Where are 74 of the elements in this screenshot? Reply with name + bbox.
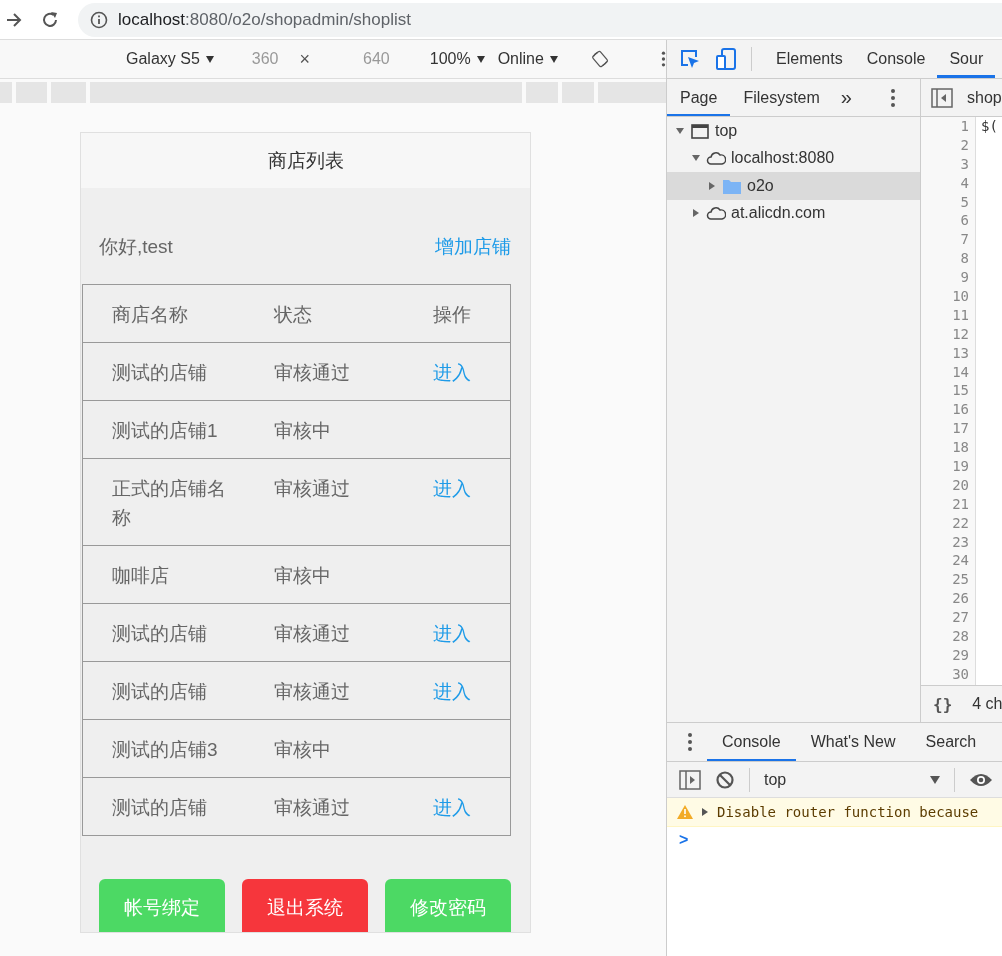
table-cell-text: 测试的店铺 [111,680,208,704]
page-title: 商店列表 [81,133,530,188]
table-cell-text: 审核中 [274,419,332,443]
line-number: 16 [951,401,970,420]
column-header: 状态 [274,303,313,327]
pretty-print-button[interactable]: {} [933,694,953,714]
table-cell-text: 审核通过 [274,477,351,501]
line-number: 22 [951,514,970,533]
greeting-text: 你好,test [99,235,173,259]
line-number: 25 [951,571,970,590]
navigator-tab[interactable]: Filesystem [730,79,833,116]
line-number: 27 [951,609,970,628]
zoom-dropdown[interactable]: 100% [429,50,486,68]
line-number: 12 [951,325,970,344]
status-text: 4 ch [972,695,1002,713]
line-number: 21 [951,495,970,514]
table-cell-text: 测试的店铺 [111,622,208,646]
line-number: 29 [951,646,970,665]
line-number: 5 [959,193,970,212]
line-number: 13 [951,344,970,363]
column-header: 操作 [433,303,472,327]
tree-item[interactable]: top [667,117,920,145]
line-number: 19 [951,458,970,477]
line-number: 11 [951,306,970,325]
line-number: 26 [951,590,970,609]
line-number: 6 [959,212,970,231]
address-field[interactable]: localhost:8080/o2o/shopadmin/shoplist [78,2,1002,37]
table-cell-text: 审核通过 [274,361,351,385]
line-number: 4 [959,174,970,193]
line-number: 8 [959,250,970,269]
line-number: 15 [951,382,970,401]
line-number: 14 [951,363,970,382]
more-tabs-button[interactable]: » [840,86,852,109]
action-button[interactable]: 退出系统 [242,879,368,932]
line-number: 23 [951,533,970,552]
drawer-tab[interactable]: What's New [795,723,911,761]
table-cell-text: 测试的店铺 [111,796,208,820]
code-line: $( [981,118,998,136]
line-number: 30 [951,665,970,684]
url-text: localhost:8080/o2o/shopadmin/shoplist [118,9,411,30]
console-prompt[interactable]: > [667,827,691,849]
message-text: Disable router function because [717,804,979,820]
panel-tab[interactable]: Elements [764,40,855,78]
line-number: 17 [951,420,970,439]
table-cell-text: 测试的店铺3 [111,738,219,762]
line-number: 28 [951,628,970,647]
table-cell-text: 测试的店铺 [111,361,208,385]
table-cell-text: 审核通过 [274,796,351,820]
line-number: 24 [951,552,970,571]
table-cell-text: 审核通过 [274,622,351,646]
network-dropdown[interactable]: Online [497,50,559,68]
table-cell-text: 正式的店铺名称 [111,477,227,530]
line-number: 9 [959,269,970,288]
drawer-tab[interactable]: Search [910,723,992,761]
times-sign: × [299,48,311,70]
navigator-tab[interactable]: Page [667,79,731,116]
table-cell-text: 审核通过 [274,680,351,704]
tree-item[interactable]: localhost:8080 [667,144,920,172]
line-number: 3 [959,155,970,174]
panel-tab[interactable]: Console [854,40,938,78]
line-number: 1 [959,118,970,136]
line-number: 10 [951,288,970,306]
tree-item[interactable]: o2o [667,172,920,200]
table-cell-text: 咖啡店 [111,564,170,588]
table-cell-text: 测试的店铺1 [111,419,219,443]
device-dropdown[interactable]: Galaxy S5 [126,50,215,68]
line-number: 20 [951,476,970,495]
table-cell-text: 审核中 [274,564,332,588]
line-number: 7 [959,231,970,250]
line-number: 2 [959,136,970,155]
column-header: 商店名称 [111,303,189,327]
line-number: 18 [951,439,970,458]
table-cell-text: 审核中 [274,738,332,762]
tree-item[interactable]: at.alicdn.com [667,199,920,227]
